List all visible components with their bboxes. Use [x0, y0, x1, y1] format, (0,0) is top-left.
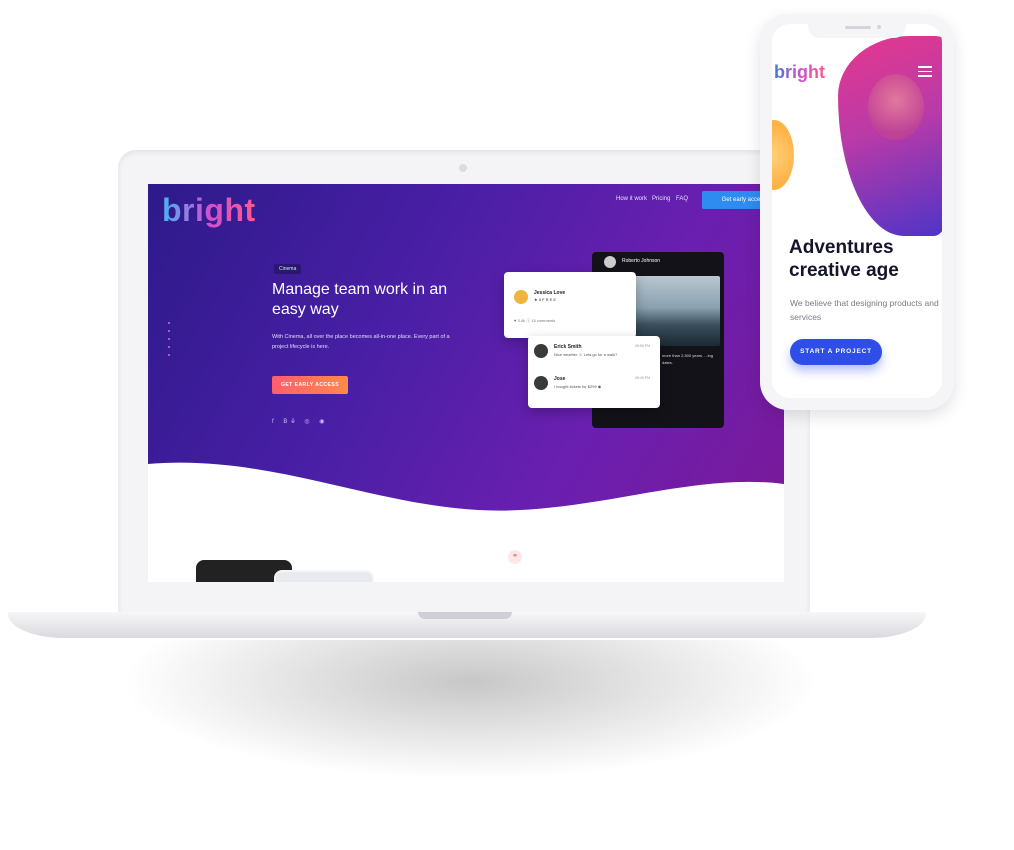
message-sender: Jose: [554, 376, 566, 382]
menu-icon[interactable]: [918, 66, 932, 80]
laptop-shadow: [120, 640, 820, 780]
phone-logo[interactable]: bright: [774, 62, 825, 83]
avatar: [534, 344, 548, 358]
logo[interactable]: bright: [162, 192, 256, 229]
post-author: Roberto Johnson: [622, 258, 661, 264]
profile-card: Jessica Love ★ 5 F R E E ♥ 3.4k ⓘ 15 com…: [504, 272, 636, 338]
message-item[interactable]: Erick Smith Nice weather ☺ Lets go for a…: [534, 342, 654, 364]
link-icon[interactable]: ⚭: [508, 550, 522, 564]
hero-subtext: With Cinema, all over the place becomes …: [272, 334, 450, 350]
profile-stats: ♥ 3.4k ⓘ 15 comments: [514, 318, 556, 323]
hero-wave: [148, 462, 784, 524]
message-time: 08:56 PM: [635, 344, 650, 348]
phone-headline: Adventures creative age: [789, 237, 899, 281]
avatar: [604, 256, 616, 268]
laptop-camera: [459, 164, 467, 172]
phone-subtext: We believe that designing products and s…: [790, 298, 939, 322]
profile-rating: ★ 5 F R E E: [534, 297, 557, 302]
nav-item-how-it-work[interactable]: How it work: [616, 196, 647, 202]
nav-item-faq[interactable]: FAQ: [676, 196, 688, 202]
message-text: I bought tickets for $299 ◉: [554, 384, 602, 389]
decorative-sun: [772, 120, 794, 190]
get-early-access-button[interactable]: GET EARLY ACCESS: [272, 376, 348, 394]
phone-camera: [877, 25, 881, 29]
hero-photo: [868, 74, 924, 140]
mini-phone-preview-2: [274, 570, 374, 582]
post-text: more than 2,500 years. ...ing dates.: [662, 353, 713, 365]
social-icons[interactable]: f Bē ◎ ◉: [272, 418, 328, 425]
nav-item-pricing[interactable]: Pricing: [652, 196, 670, 202]
messages-card: Erick Smith Nice weather ☺ Lets go for a…: [528, 336, 660, 408]
phone-speaker: [845, 26, 871, 29]
phone-screen: bright Adventures creative age We believ…: [772, 24, 942, 398]
avatar: [534, 376, 548, 390]
laptop-notch: [418, 612, 512, 619]
section-dots[interactable]: [168, 322, 171, 362]
message-sender: Erick Smith: [554, 344, 582, 350]
message-item[interactable]: Jose I bought tickets for $299 ◉ 08:40 P…: [534, 374, 654, 396]
profile-name: Jessica Love: [534, 290, 566, 296]
category-badge: Cinema: [274, 264, 302, 274]
message-text: Nice weather ☺ Lets go for a walk?: [554, 352, 618, 357]
hero-headline: Manage team work in an easy way: [272, 281, 448, 318]
laptop-screen: bright How it work Pricing FAQ Get early…: [148, 184, 784, 582]
start-project-button[interactable]: START A PROJECT: [790, 339, 882, 365]
message-time: 08:40 PM: [635, 376, 650, 380]
avatar: [514, 290, 528, 304]
